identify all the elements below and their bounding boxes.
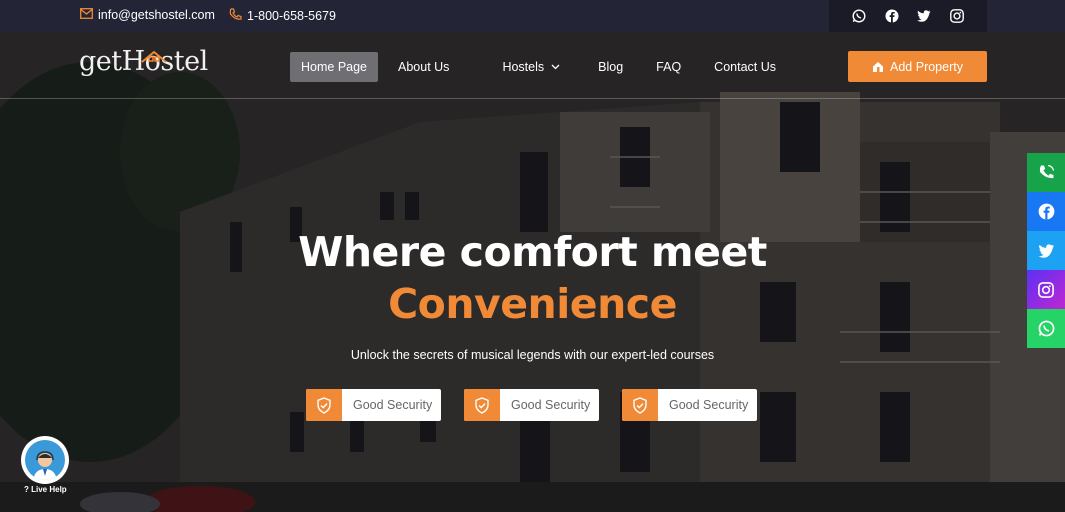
feature-label: Good Security: [669, 398, 749, 412]
hero-title-accent: Convenience: [388, 280, 677, 328]
phone-link[interactable]: 1-800-658-5679: [229, 8, 336, 24]
phone-icon: [229, 8, 242, 24]
nav-item-about[interactable]: About Us: [387, 52, 460, 82]
nav-item-hostels[interactable]: Hostels: [491, 52, 571, 82]
phone-icon[interactable]: [1027, 153, 1065, 192]
nav-item-label: Hostels: [502, 60, 545, 74]
nav-item-label: Home Page: [301, 60, 368, 74]
feature-badge: Good Security: [464, 389, 600, 421]
shield-check-icon: [306, 389, 342, 421]
hero-subtitle: Unlock the secrets of musical legends wi…: [350, 348, 715, 362]
add-property-label: Add Property: [890, 59, 963, 74]
feature-label: Good Security: [511, 398, 591, 412]
feature-label: Good Security: [353, 398, 433, 412]
home-plus-icon: [872, 61, 884, 73]
support-agent-icon: [25, 440, 65, 480]
instagram-icon[interactable]: [949, 8, 965, 24]
add-property-button[interactable]: Add Property: [848, 51, 987, 82]
floating-social-bar: [1027, 153, 1065, 348]
live-help-label: ? Live Help: [24, 485, 67, 494]
nav-item-contact[interactable]: Contact Us: [703, 52, 787, 82]
chevron-down-icon: [551, 64, 560, 70]
main-navigation: getHostel Home Page About Us Hostels Blo…: [0, 32, 1065, 99]
feature-badge: Good Security: [306, 389, 442, 421]
topbar-social-links: [829, 0, 987, 32]
mail-icon: [80, 8, 93, 22]
nav-item-home[interactable]: Home Page: [290, 52, 379, 82]
facebook-icon[interactable]: [884, 8, 900, 24]
live-help-button[interactable]: [21, 436, 69, 484]
nav-item-label: Blog: [598, 60, 624, 74]
site-logo[interactable]: getHostel: [79, 46, 208, 77]
nav-item-label: Contact Us: [714, 60, 777, 74]
live-help-text: Live Help: [31, 485, 67, 494]
nav-item-label: About Us: [398, 60, 450, 74]
hero-title: Where comfort meet: [298, 228, 767, 276]
whatsapp-icon[interactable]: [851, 8, 867, 24]
nav-menu: Home Page About Us Hostels Blog FAQ Cont…: [290, 52, 787, 82]
nav-item-faq[interactable]: FAQ: [645, 52, 692, 82]
twitter-icon[interactable]: [916, 8, 932, 24]
feature-badge: Good Security: [622, 389, 758, 421]
twitter-icon[interactable]: [1027, 231, 1065, 270]
nav-item-label: FAQ: [656, 60, 682, 74]
phone-text: 1-800-658-5679: [247, 9, 336, 23]
shield-check-icon: [622, 389, 658, 421]
instagram-icon[interactable]: [1027, 270, 1065, 309]
email-text: info@getshostel.com: [98, 8, 215, 22]
house-icon: [141, 40, 167, 71]
top-bar: info@getshostel.com 1-800-658-5679: [0, 0, 1065, 32]
whatsapp-icon[interactable]: [1027, 309, 1065, 348]
shield-check-icon: [464, 389, 500, 421]
nav-item-blog[interactable]: Blog: [587, 52, 634, 82]
facebook-icon[interactable]: [1027, 192, 1065, 231]
email-link[interactable]: info@getshostel.com: [80, 8, 215, 22]
